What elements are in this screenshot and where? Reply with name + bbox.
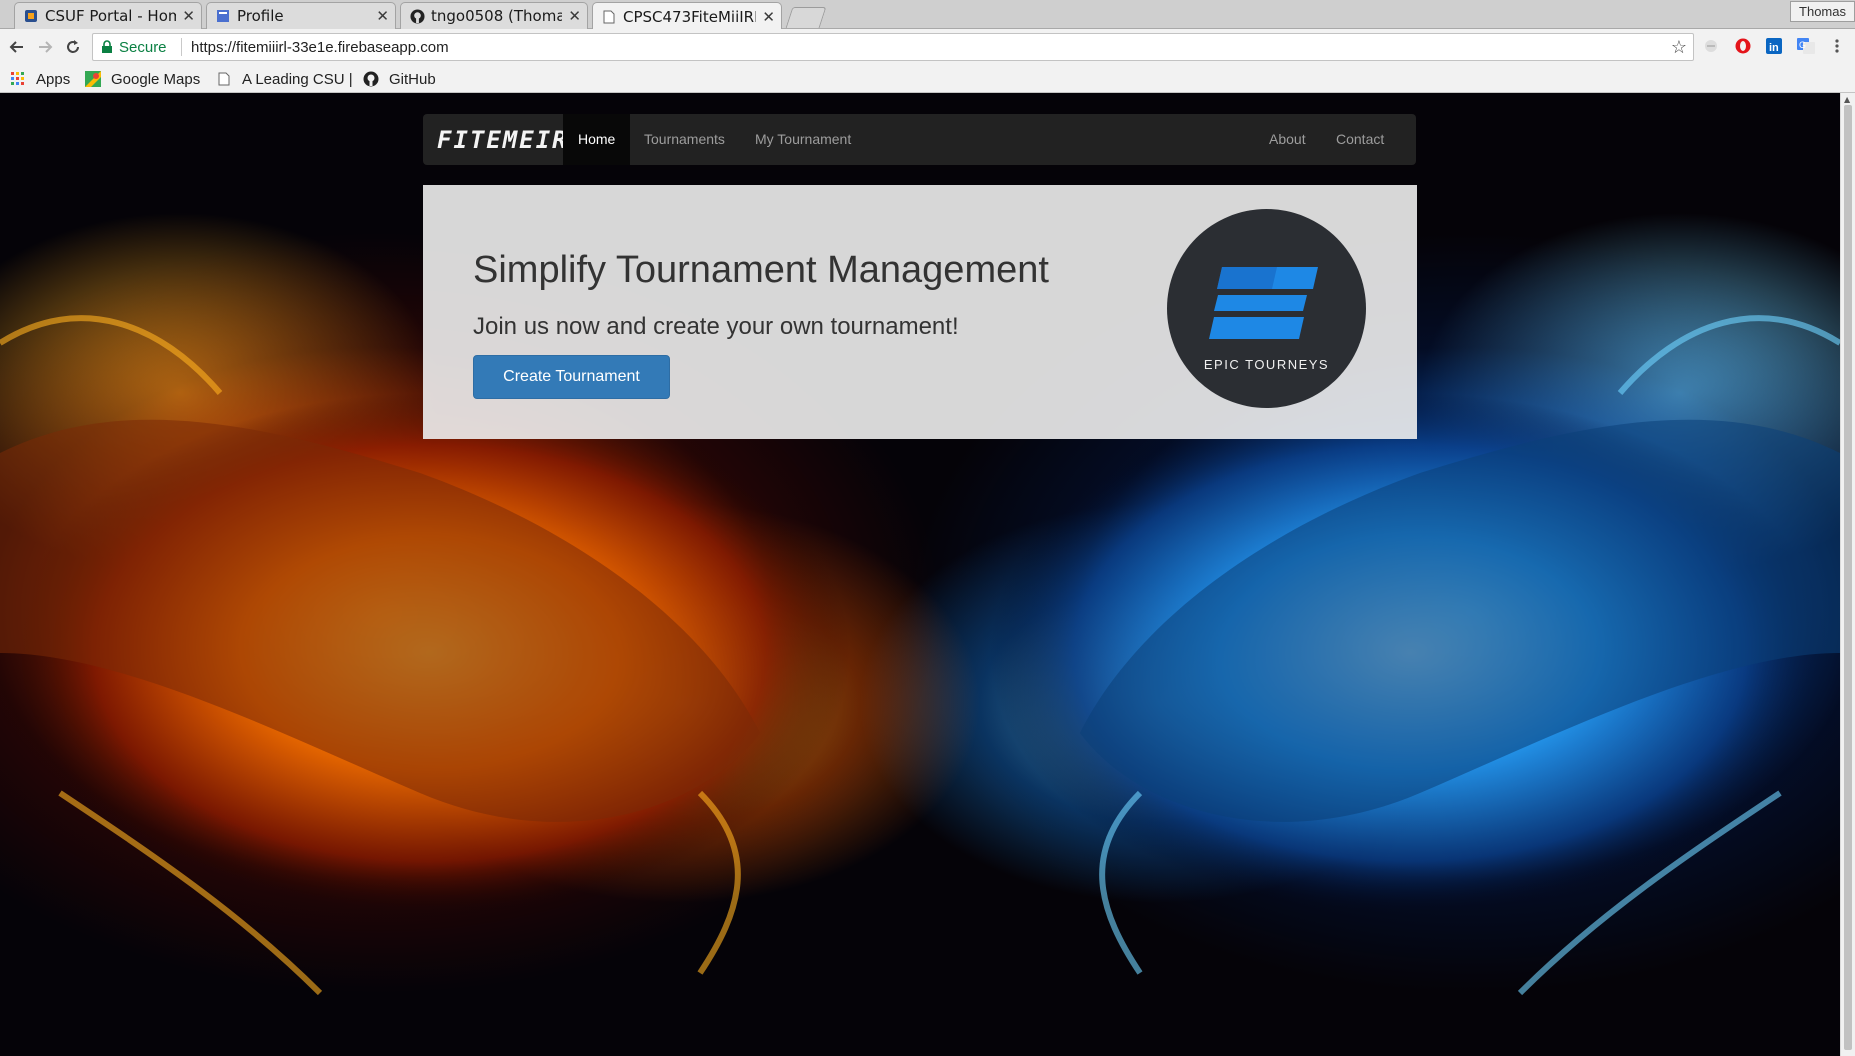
tab-strip: CSUF Portal - Home ✕ Profile ✕ tngo0508 … [0, 0, 1855, 30]
page-icon [601, 9, 617, 25]
nav-my-tournament[interactable]: My Tournament [755, 114, 851, 165]
tab-fitemiiirl[interactable]: CPSC473FiteMiiIRL ✕ [592, 2, 782, 30]
tab-title: CPSC473FiteMiiIRL [623, 7, 757, 26]
menu-icon[interactable] [1827, 36, 1847, 56]
page-scrollbar[interactable]: ▲ [1840, 93, 1855, 1056]
bookmark-github[interactable]: GitHub [363, 69, 436, 89]
nav-tournaments[interactable]: Tournaments [644, 114, 725, 165]
tab-csuf-portal[interactable]: CSUF Portal - Home ✕ [14, 2, 202, 29]
logo-e-icon [1209, 267, 1318, 339]
bookmark-csu[interactable]: A Leading CSU | [216, 69, 353, 89]
maps-icon [85, 71, 101, 87]
bookmark-apps[interactable]: Apps [10, 69, 70, 89]
extension-icon[interactable] [1701, 36, 1721, 56]
close-tab-icon[interactable]: ✕ [182, 7, 195, 25]
linkedin-icon[interactable]: in [1764, 36, 1784, 56]
back-icon[interactable] [6, 36, 28, 58]
bookmark-label: A Leading CSU | [242, 70, 353, 88]
apps-grid-icon [10, 71, 26, 87]
browser-toolbar: Secure https://fitemiiirl-33e1e.firebase… [0, 29, 1855, 65]
close-tab-icon[interactable]: ✕ [762, 8, 775, 26]
github-icon [409, 8, 425, 24]
svg-text:G: G [1799, 40, 1806, 50]
epic-tourneys-logo: EPIC TOURNEYS [1167, 209, 1366, 408]
address-bar[interactable]: Secure https://fitemiiirl-33e1e.firebase… [92, 33, 1694, 61]
tab-title: Profile [237, 7, 284, 25]
hero-subtitle: Join us now and create your own tourname… [473, 313, 959, 340]
nav-contact[interactable]: Contact [1336, 114, 1384, 165]
translate-icon[interactable]: G [1796, 36, 1816, 56]
opera-icon[interactable] [1733, 36, 1753, 56]
bookmark-label: Google Maps [111, 70, 201, 88]
close-tab-icon[interactable]: ✕ [376, 7, 389, 25]
profile-button[interactable]: Thomas [1790, 1, 1855, 22]
lock-icon [101, 40, 113, 58]
page-background: FITEMEIRL Home Tournaments My Tournament… [0, 93, 1840, 1056]
scrollbar-thumb[interactable] [1844, 105, 1852, 1050]
scroll-up-icon[interactable]: ▲ [1844, 95, 1850, 104]
doc-blue-icon [215, 8, 231, 24]
bookmarks-bar: Apps Google Maps A Leading CSU | GitHub [0, 65, 1855, 93]
bookmark-label: Apps [36, 70, 71, 88]
csuf-icon [23, 8, 39, 24]
hero-title: Simplify Tournament Management [473, 249, 1049, 291]
nav-about[interactable]: About [1269, 114, 1306, 165]
github-icon [363, 71, 379, 87]
new-tab-button[interactable] [785, 7, 827, 28]
svg-text:in: in [1769, 42, 1779, 54]
logo-caption: EPIC TOURNEYS [1203, 357, 1330, 372]
bookmark-google-maps[interactable]: Google Maps [85, 69, 200, 89]
nav-home[interactable]: Home [563, 114, 631, 165]
reload-icon[interactable] [62, 36, 84, 58]
secure-label: Secure [119, 39, 167, 56]
bookmark-star-icon[interactable]: ☆ [1671, 37, 1687, 58]
forward-icon[interactable] [34, 36, 56, 58]
hero-jumbotron: Simplify Tournament Management Join us n… [423, 185, 1417, 439]
tab-title: CSUF Portal - Home [45, 7, 176, 25]
close-tab-icon[interactable]: ✕ [568, 7, 581, 25]
tab-title: tngo0508 (Thomas N [431, 7, 562, 25]
url-text[interactable]: https://fitemiiirl-33e1e.firebaseapp.com [181, 39, 449, 56]
tab-profile[interactable]: Profile ✕ [206, 2, 396, 29]
create-tournament-button[interactable]: Create Tournament [473, 355, 670, 399]
site-navbar: FITEMEIRL Home Tournaments My Tournament… [423, 114, 1416, 165]
bookmark-label: GitHub [389, 70, 436, 88]
tab-github[interactable]: tngo0508 (Thomas N ✕ [400, 2, 588, 29]
page-icon [216, 71, 232, 87]
